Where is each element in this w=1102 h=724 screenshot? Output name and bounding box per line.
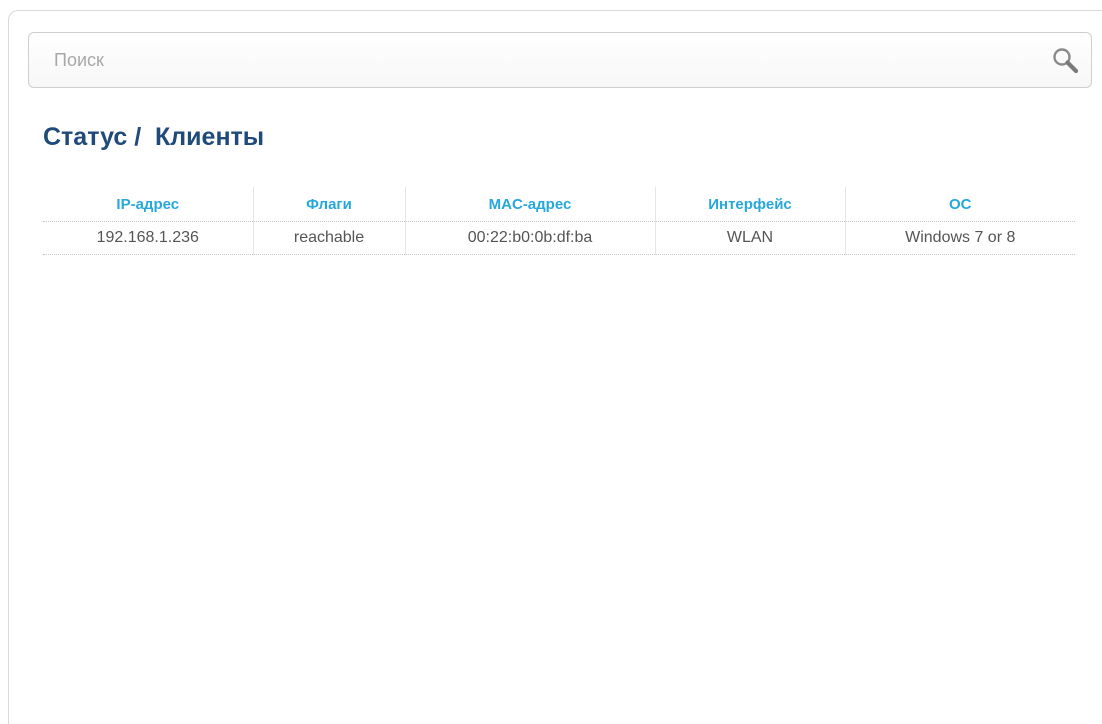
cell-mac: 00:22:b0:0b:df:ba: [404, 221, 655, 255]
column-header-flags[interactable]: Флаги: [252, 187, 405, 222]
column-header-ip[interactable]: IP-адрес: [43, 187, 253, 222]
column-header-interface[interactable]: Интерфейс: [654, 187, 845, 222]
cell-interface: WLAN: [654, 221, 845, 255]
main-panel: Статус / Клиенты IP-адрес Флаги MAC-адре…: [8, 10, 1102, 724]
column-header-mac[interactable]: MAC-адрес: [404, 187, 655, 222]
column-header-os[interactable]: ОС: [844, 187, 1075, 222]
table-row[interactable]: 192.168.1.236 reachable 00:22:b0:0b:df:b…: [43, 221, 1075, 255]
cell-ip: 192.168.1.236: [43, 221, 253, 255]
table-header-row: IP-адрес Флаги MAC-адрес Интерфейс ОС: [43, 187, 1075, 222]
cell-os: Windows 7 or 8: [844, 221, 1075, 255]
cell-flags: reachable: [252, 221, 405, 255]
search-box: [28, 32, 1092, 88]
clients-table: IP-адрес Флаги MAC-адрес Интерфейс ОС 19…: [43, 187, 1075, 255]
search-input[interactable]: [29, 33, 1029, 87]
search-icon[interactable]: [1051, 46, 1081, 76]
page-title: Статус / Клиенты: [43, 123, 265, 151]
